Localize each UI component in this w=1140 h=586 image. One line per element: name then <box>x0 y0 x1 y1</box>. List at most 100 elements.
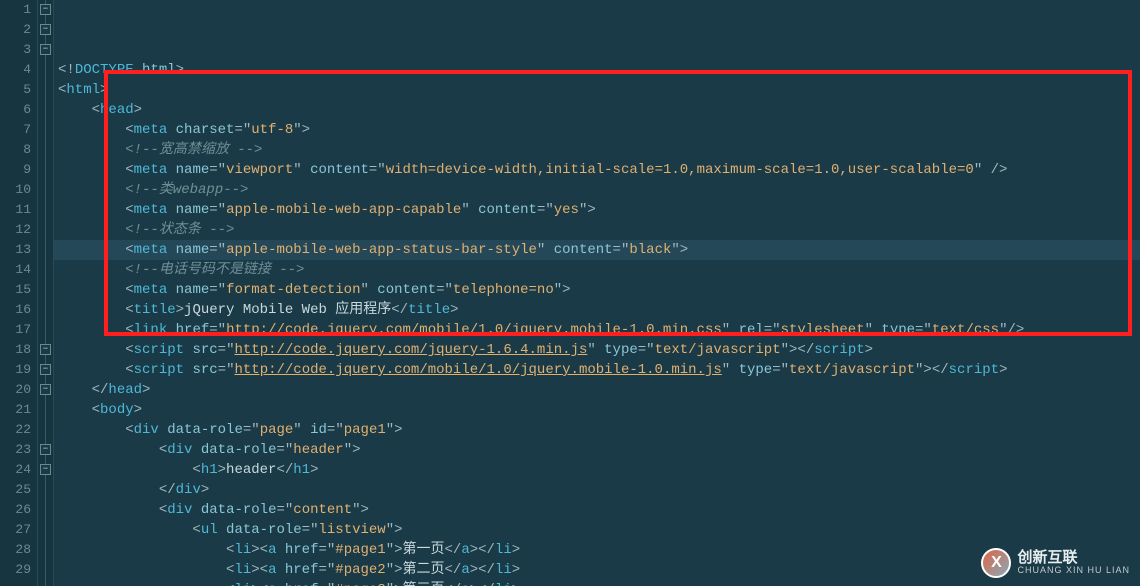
code-line[interactable]: <meta name="format-detection" content="t… <box>58 280 1140 300</box>
code-line[interactable]: <li><a href="#page2">第二页</a></li> <box>58 560 1140 580</box>
code-line[interactable]: <div data-role="content"> <box>58 500 1140 520</box>
code-line[interactable]: <meta name="apple-mobile-web-app-status-… <box>58 240 1140 260</box>
code-token-punct: =" <box>276 442 293 458</box>
code-line[interactable]: <!DOCTYPE html> <box>58 60 1140 80</box>
code-token-punct: > <box>512 562 520 578</box>
code-token-text: header <box>226 462 276 478</box>
code-token-punct: =" <box>243 422 260 438</box>
code-token-tag: meta <box>134 282 168 298</box>
fold-marker-icon[interactable]: − <box>40 364 51 375</box>
code-token-tag: a <box>461 562 469 578</box>
code-token-text <box>167 322 175 338</box>
code-token-tag: ul <box>201 522 218 538</box>
line-number: 14 <box>0 260 31 280</box>
code-token-attr: content <box>478 202 537 218</box>
code-token-attr: html <box>142 62 176 78</box>
fold-marker-icon[interactable]: − <box>40 24 51 35</box>
line-number: 2 <box>0 20 31 40</box>
code-line[interactable]: <meta charset="utf-8"> <box>58 120 1140 140</box>
code-token-str: telephone=no <box>453 282 554 298</box>
code-token-punct: > <box>134 402 142 418</box>
code-line[interactable]: <meta name="viewport" content="width=dev… <box>58 160 1140 180</box>
code-token-punct: < <box>159 442 167 458</box>
code-line[interactable]: <title>jQuery Mobile Web 应用程序</title> <box>58 300 1140 320</box>
fold-marker-icon[interactable]: − <box>40 44 51 55</box>
code-token-punct: "> <box>554 282 571 298</box>
code-token-tag: div <box>176 482 201 498</box>
code-token-attr: type <box>881 322 915 338</box>
code-token-punct: " <box>461 202 478 218</box>
code-token-text <box>192 502 200 518</box>
code-line[interactable]: <li><a href="#page3">第三页</a></li> <box>58 580 1140 586</box>
code-token-text: jQuery Mobile Web 应用程序 <box>184 302 391 318</box>
code-line[interactable]: <head> <box>58 100 1140 120</box>
code-token-tag: li <box>234 542 251 558</box>
line-number: 24 <box>0 460 31 480</box>
code-line[interactable]: <script src="http://code.jquery.com/jque… <box>58 340 1140 360</box>
code-token-attr: data-role <box>201 442 277 458</box>
line-number: 7 <box>0 120 31 140</box>
code-token-attr: href <box>176 322 210 338</box>
line-number: 1 <box>0 0 31 20</box>
code-line[interactable]: <script src="http://code.jquery.com/mobi… <box>58 360 1140 380</box>
code-line[interactable]: <meta name="apple-mobile-web-app-capable… <box>58 200 1140 220</box>
code-line[interactable]: <body> <box>58 400 1140 420</box>
code-token-str: #page3 <box>335 582 385 586</box>
code-token-punct: "/> <box>999 322 1024 338</box>
code-area[interactable]: <!DOCTYPE html><html> <head> <meta chars… <box>54 0 1140 586</box>
code-token-attr: rel <box>739 322 764 338</box>
code-token-punct: < <box>125 422 133 438</box>
code-token-punct: " <box>722 362 739 378</box>
code-token-tag: script <box>134 362 184 378</box>
code-token-attr: name <box>176 282 210 298</box>
code-line[interactable]: <!--宽高禁缩放 --> <box>58 140 1140 160</box>
code-token-punct: " /> <box>974 162 1008 178</box>
code-token-punct: < <box>125 282 133 298</box>
code-token-text <box>276 582 284 586</box>
line-number: 27 <box>0 520 31 540</box>
code-token-tag: div <box>167 442 192 458</box>
fold-marker-icon[interactable]: − <box>40 384 51 395</box>
code-line[interactable]: </div> <box>58 480 1140 500</box>
code-token-str: apple-mobile-web-app-status-bar-style <box>226 242 537 258</box>
fold-marker-icon[interactable]: − <box>40 4 51 15</box>
code-line[interactable]: <!--状态条 --> <box>58 220 1140 240</box>
code-token-punct: =" <box>209 202 226 218</box>
code-token-punct: =" <box>369 162 386 178</box>
code-token-punct: > <box>176 62 184 78</box>
code-line[interactable]: <li><a href="#page1">第一页</a></li> <box>58 540 1140 560</box>
code-token-punct: =" <box>209 322 226 338</box>
code-token-tag: li <box>495 542 512 558</box>
code-token-punct: < <box>125 362 133 378</box>
code-token-str: yes <box>554 202 579 218</box>
code-line[interactable]: <link href="http://code.jquery.com/mobil… <box>58 320 1140 340</box>
code-token-str: #page2 <box>335 562 385 578</box>
code-line[interactable]: <html> <box>58 80 1140 100</box>
code-line[interactable]: <!--电话号码不是链接 --> <box>58 260 1140 280</box>
line-number: 26 <box>0 500 31 520</box>
code-token-str: #page1 <box>335 542 385 558</box>
fold-marker-icon[interactable]: − <box>40 464 51 475</box>
code-line[interactable]: <div data-role="page" id="page1"> <box>58 420 1140 440</box>
code-token-punct: </ <box>276 462 293 478</box>
code-token-attr: name <box>176 162 210 178</box>
code-token-tag: title <box>408 302 450 318</box>
code-line[interactable]: </head> <box>58 380 1140 400</box>
fold-marker-icon[interactable]: − <box>40 344 51 355</box>
code-line[interactable]: <h1>header</h1> <box>58 460 1140 480</box>
line-number: 20 <box>0 380 31 400</box>
code-line[interactable]: <ul data-role="listview"> <box>58 520 1140 540</box>
code-token-punct: "> <box>386 422 403 438</box>
fold-marker-icon[interactable]: − <box>40 444 51 455</box>
watermark-sub-text: CHUANG XIN HU LIAN <box>1017 566 1130 576</box>
code-token-punct: > <box>310 462 318 478</box>
fold-column[interactable]: − − − − − − − − <box>38 0 54 586</box>
code-line[interactable]: <!--类webapp--> <box>58 180 1140 200</box>
code-token-tag: li <box>495 582 512 586</box>
code-token-punct: =" <box>772 362 789 378</box>
code-token-punct: " <box>537 242 554 258</box>
code-token-punct: < <box>125 342 133 358</box>
code-editor[interactable]: 1234567891011121314151617181920212223242… <box>0 0 1140 586</box>
line-number: 19 <box>0 360 31 380</box>
code-line[interactable]: <div data-role="header"> <box>58 440 1140 460</box>
